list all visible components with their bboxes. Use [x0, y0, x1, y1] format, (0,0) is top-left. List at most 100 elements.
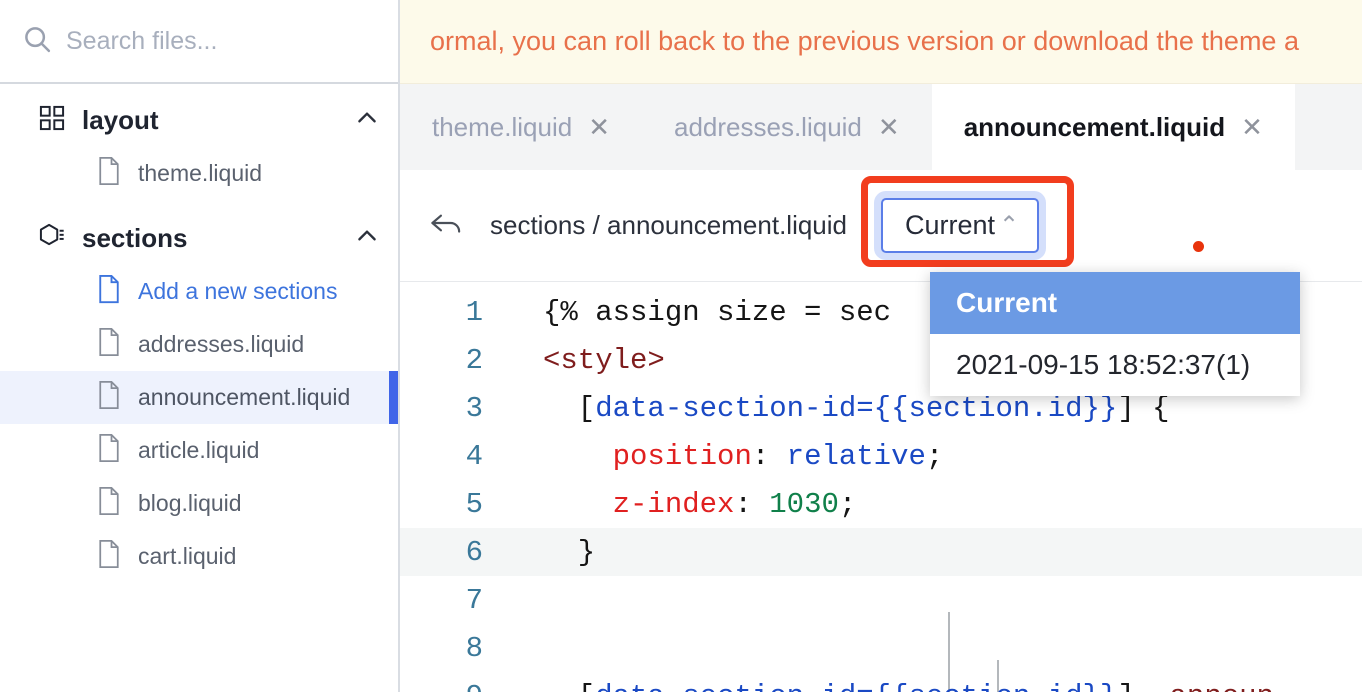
close-icon[interactable]: ✕ [588, 112, 610, 143]
code-token: relative [786, 439, 926, 473]
code-token: ; [925, 439, 944, 473]
code-line: 4 position: relative; [400, 432, 1362, 480]
line-number: 1 [465, 295, 483, 329]
file-icon [96, 433, 122, 468]
file-label: Add a new sections [138, 278, 338, 304]
code-text: z-index: 1030; [505, 487, 857, 521]
code-token: : [734, 487, 770, 521]
file-label: cart.liquid [138, 543, 237, 569]
code-line: 5 z-index: 1030; [400, 480, 1362, 528]
file-label: article.liquid [138, 437, 260, 463]
file-sidebar: layout theme.liquid [0, 0, 400, 692]
code-line: 8 [400, 624, 1362, 672]
search-icon [22, 24, 52, 59]
line-number: 3 [465, 391, 483, 425]
folder-label: layout [82, 105, 159, 135]
back-arrow-icon[interactable] [430, 208, 464, 243]
close-icon[interactable]: ✕ [1241, 112, 1263, 143]
file-icon [96, 380, 122, 415]
file-icon [96, 327, 122, 362]
code-token: 1030 [769, 487, 839, 521]
breadcrumb: sections / announcement.liquid [490, 210, 848, 240]
editor-pane: ormal, you can roll back to the previous… [400, 0, 1362, 692]
code-token: [ [543, 391, 596, 425]
file-tree: layout theme.liquid sections Add a new s… [0, 84, 398, 583]
folder-row-layout[interactable]: layout [0, 94, 398, 147]
theme-code-editor-app: layout theme.liquid [0, 0, 1362, 692]
version-dropdown-button[interactable]: Current ⌃ [881, 198, 1040, 253]
code-token: [ [543, 680, 595, 692]
code-text: [data-section-id={{section.id}}] { [505, 392, 1170, 425]
chevron-up-icon[interactable] [354, 105, 380, 136]
line-number: 4 [465, 439, 483, 473]
tab-label: announcement.liquid [963, 111, 1226, 142]
file-row-add-new-section[interactable]: Add a new sections [0, 265, 398, 318]
code-token: position [612, 439, 752, 473]
search-box[interactable] [0, 0, 398, 84]
file-row-article-liquid[interactable]: article.liquid [0, 424, 398, 477]
code-text: {% assign size = sec [505, 296, 891, 329]
folder-label: sections [82, 223, 188, 253]
code-token: z-index [612, 487, 735, 521]
tab-announcement-liquid[interactable]: announcement.liquid ✕ [931, 84, 1295, 170]
tab-addresses-liquid[interactable]: addresses.liquid ✕ [642, 84, 932, 170]
line-number: 9 [400, 680, 505, 692]
grid-icon [38, 104, 66, 137]
code-token: ] { [1117, 391, 1170, 425]
code-token: : [751, 439, 787, 473]
warning-banner: ormal, you can roll back to the previous… [400, 0, 1362, 84]
line-number: 5 [465, 487, 483, 521]
version-selector: Current ⌃ [861, 176, 1075, 267]
version-dropdown-menu[interactable]: Current 2021-09-15 18:52:37(1) [930, 272, 1300, 396]
chevron-up-icon: ⌃ [999, 212, 1020, 239]
code-line: 9 [data-section-id={{section.id}}] .anno… [400, 672, 1362, 692]
file-icon [96, 486, 122, 521]
code-token: data-section-id= [595, 391, 874, 425]
file-row-announcement-liquid[interactable]: announcement.liquid [0, 371, 398, 424]
file-add-icon [96, 274, 122, 309]
tab-label: addresses.liquid [674, 111, 862, 142]
code-token: } [543, 535, 596, 569]
file-label: announcement.liquid [138, 384, 351, 410]
tab-theme-liquid[interactable]: theme.liquid ✕ [400, 84, 642, 170]
code-line: 7 [400, 576, 1362, 624]
code-token: data-section-id={{section.id}} [595, 680, 1117, 692]
banner-text: ormal, you can roll back to the previous… [430, 26, 1299, 56]
file-label: blog.liquid [138, 490, 242, 516]
tab-label: theme.liquid [432, 111, 573, 142]
file-label: theme.liquid [138, 160, 263, 186]
dropdown-item-current[interactable]: Current [930, 272, 1300, 334]
code-token: .announ [1152, 680, 1274, 692]
close-icon[interactable]: ✕ [878, 112, 900, 143]
folder-row-sections[interactable]: sections [0, 212, 398, 265]
line-number: 8 [465, 631, 483, 665]
file-icon [96, 539, 122, 574]
code-token: {{section.id}} [873, 391, 1118, 425]
line-number: 7 [465, 583, 483, 617]
code-token: <style> [543, 343, 665, 377]
chevron-up-icon[interactable] [354, 223, 380, 254]
path-bar: sections / announcement.liquid Current ⌃ [400, 170, 1362, 282]
file-row-theme-liquid[interactable]: theme.liquid [0, 147, 398, 200]
file-row-cart-liquid[interactable]: cart.liquid [0, 530, 398, 583]
file-row-addresses-liquid[interactable]: addresses.liquid [0, 318, 398, 371]
file-row-blog-liquid[interactable]: blog.liquid [0, 477, 398, 530]
search-input[interactable] [66, 26, 366, 56]
dropdown-item-version[interactable]: 2021-09-15 18:52:37(1) [930, 334, 1300, 396]
code-line: 6 } [400, 528, 1362, 576]
line-number: 6 [465, 535, 483, 569]
line-number: 2 [465, 343, 483, 377]
file-icon [96, 156, 122, 191]
code-token: ] [1117, 680, 1152, 692]
code-text: <style> [505, 344, 665, 377]
code-text: } [505, 536, 595, 569]
code-text: position: relative; [505, 439, 944, 473]
file-label: addresses.liquid [138, 331, 305, 357]
code-token: ; [838, 487, 857, 521]
code-token: {% assign size = sec [543, 295, 892, 329]
code-text: [data-section-id={{section.id}}] .announ [505, 680, 1274, 692]
cube-list-icon [38, 222, 66, 255]
tab-bar: theme.liquid ✕ addresses.liquid ✕ announ… [400, 84, 1362, 170]
